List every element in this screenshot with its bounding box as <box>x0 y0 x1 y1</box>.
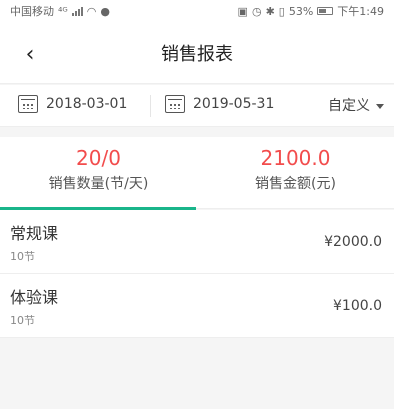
tab-sales-amount[interactable]: 2100.0 销售金额(元) <box>197 137 394 208</box>
navigation-bar: ‹ 销售报表 <box>0 22 394 84</box>
battery-icon <box>317 7 334 15</box>
chat-icon: ● <box>100 4 110 18</box>
battery-percent-text: 53% <box>288 4 314 18</box>
page-title: 销售报表 <box>161 43 233 65</box>
start-date-picker[interactable]: 2018-03-01 <box>18 95 127 113</box>
item-amount: ¥2000.0 <box>324 233 382 250</box>
list-item[interactable]: 常规课 10节 ¥2000.0 <box>0 210 394 274</box>
vibrate-icon: ▯ <box>278 4 285 18</box>
item-info: 常规课 10节 <box>10 220 58 264</box>
sales-quantity-label: 销售数量(节/天) <box>48 176 149 192</box>
back-button[interactable]: ‹ <box>12 36 48 72</box>
carrier-text: 中国移动 <box>10 5 54 18</box>
tab-sales-quantity[interactable]: 20/0 销售数量(节/天) <box>0 137 197 208</box>
sales-amount-label: 销售金额(元) <box>255 176 336 192</box>
sales-amount-value: 2100.0 <box>260 146 331 170</box>
item-quantity: 10节 <box>10 313 35 327</box>
status-left: 中国移动 ⁴ᴳ ◠ ● <box>10 3 110 19</box>
chevron-down-icon <box>376 103 384 109</box>
hd-icon: ▣ <box>237 4 248 18</box>
sales-quantity-value: 20/0 <box>76 146 121 170</box>
status-bar: 中国移动 ⁴ᴳ ◠ ● ▣ ◷ ✱ ▯ 53% 下午1:49 <box>0 0 394 22</box>
end-date-text: 2019-05-31 <box>193 96 275 112</box>
item-info: 体验课 10节 <box>10 284 58 328</box>
calendar-icon <box>165 95 185 113</box>
item-title: 常规课 <box>10 223 59 243</box>
clock-text: 下午1:49 <box>337 5 384 18</box>
range-mode-dropdown[interactable]: 自定义 <box>328 95 384 115</box>
list-item[interactable]: 体验课 10节 ¥100.0 <box>0 274 394 338</box>
calendar-icon <box>18 95 38 113</box>
range-mode-text: 自定义 <box>328 98 370 114</box>
item-amount: ¥100.0 <box>333 297 382 314</box>
start-date-text: 2018-03-01 <box>46 96 128 112</box>
status-right: ▣ ◷ ✱ ▯ 53% 下午1:49 <box>238 3 384 19</box>
signal-icon <box>71 6 83 16</box>
summary-panel: 20/0 销售数量(节/天) 2100.0 销售金额(元) <box>0 137 394 210</box>
bluetooth-icon: ✱ <box>265 4 275 18</box>
date-filter-bar: 2018-03-01 2019-05-31 自定义 <box>0 85 394 127</box>
back-arrow-icon: ‹ <box>25 41 35 67</box>
date-divider <box>150 95 151 117</box>
end-date-picker[interactable]: 2019-05-31 <box>165 95 274 113</box>
course-list: 常规课 10节 ¥2000.0 体验课 10节 ¥100.0 <box>0 210 394 338</box>
wifi-icon: ◠ <box>86 4 97 18</box>
alarm-icon: ◷ <box>251 4 262 18</box>
network-type-text: ⁴ᴳ <box>58 4 68 18</box>
item-title: 体验课 <box>10 287 59 307</box>
item-quantity: 10节 <box>10 249 35 263</box>
